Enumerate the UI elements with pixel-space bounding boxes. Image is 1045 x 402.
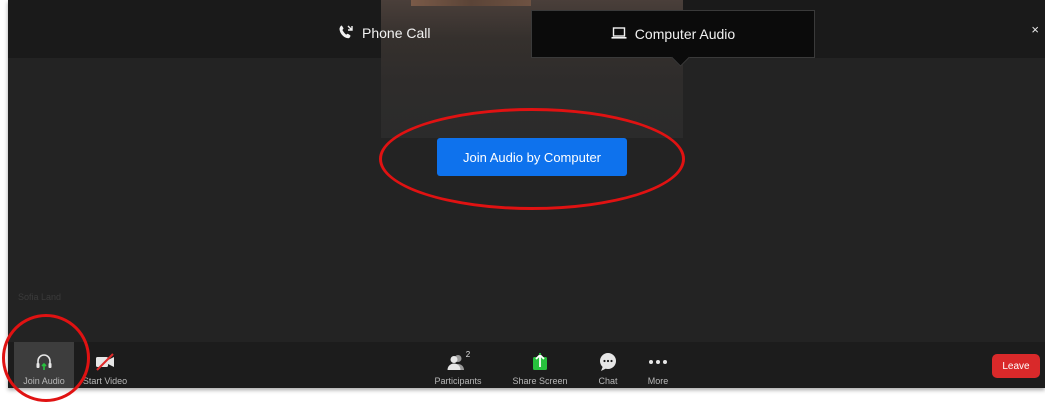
- close-icon[interactable]: ×: [1031, 22, 1039, 37]
- headphones-icon: [32, 351, 56, 373]
- more-icon: [646, 351, 670, 373]
- tab-phone-call-label: Phone Call: [362, 25, 431, 41]
- chat-label: Chat: [598, 376, 618, 386]
- more-button[interactable]: More: [643, 342, 673, 388]
- join-audio-label: Join Audio: [23, 376, 65, 386]
- more-label: More: [647, 376, 669, 386]
- start-video-label: Start Video: [82, 376, 128, 386]
- video-preview-edge: [411, 0, 531, 6]
- participants-count: 2: [465, 349, 471, 359]
- join-audio-button[interactable]: Join Audio: [14, 342, 74, 388]
- chat-icon: [596, 351, 620, 373]
- start-video-button[interactable]: Start Video: [74, 342, 136, 388]
- tab-computer-audio[interactable]: Computer Audio: [531, 10, 815, 67]
- leave-button[interactable]: Leave: [992, 354, 1040, 378]
- participants-button[interactable]: 2 Participants: [430, 342, 486, 388]
- participants-label: Participants: [434, 376, 482, 386]
- video-off-icon: [93, 351, 117, 373]
- tab-computer-audio-label: Computer Audio: [634, 26, 736, 42]
- meeting-toolbar: Join Audio Start Video 2 Participants Sh…: [8, 342, 1045, 388]
- chat-button[interactable]: Chat: [593, 342, 623, 388]
- share-screen-icon: [528, 351, 552, 373]
- phone-icon: [338, 24, 354, 43]
- tab-phone-call[interactable]: Phone Call: [338, 20, 431, 46]
- participant-name: Sofia Land: [18, 292, 62, 302]
- share-screen-button[interactable]: Share Screen: [508, 342, 572, 388]
- participants-icon: 2: [446, 349, 471, 373]
- share-screen-label: Share Screen: [512, 376, 568, 386]
- join-audio-by-computer-button[interactable]: Join Audio by Computer: [437, 138, 627, 176]
- laptop-icon: [611, 26, 627, 43]
- zoom-meeting-window: Phone Call Computer Audio × Join Audio b…: [8, 0, 1045, 388]
